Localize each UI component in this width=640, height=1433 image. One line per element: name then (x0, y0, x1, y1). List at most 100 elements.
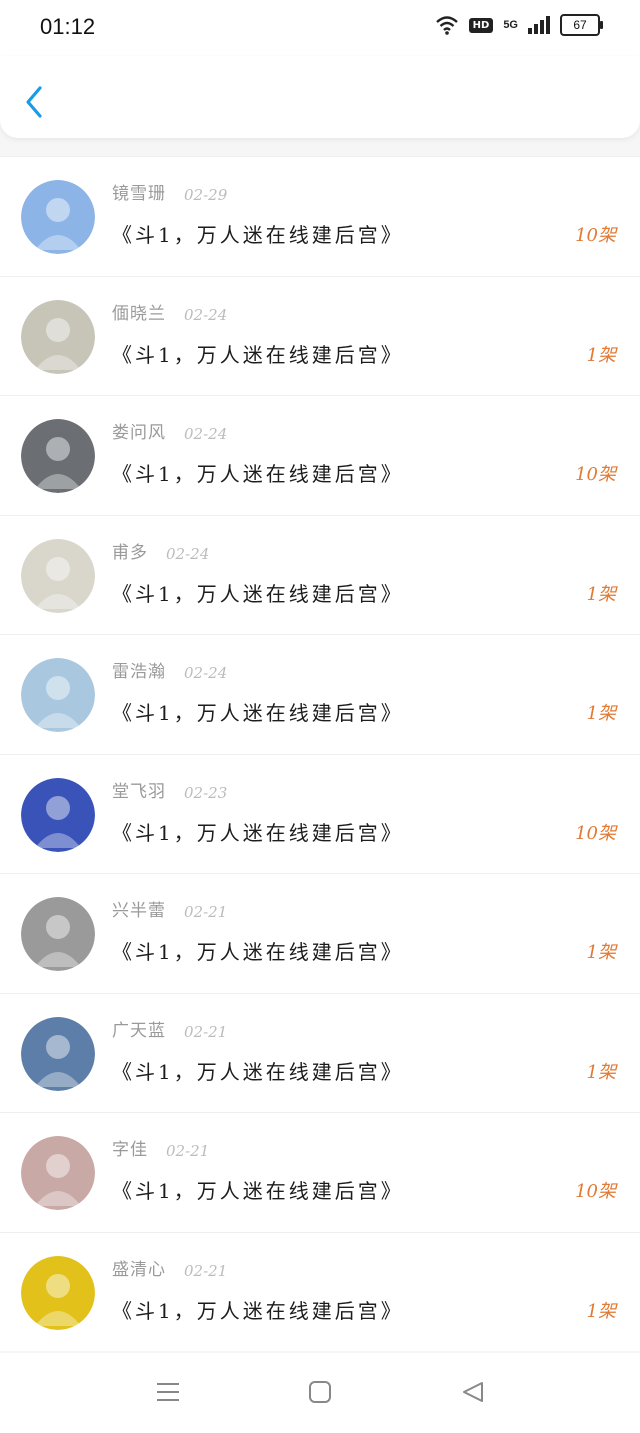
list-item[interactable]: 盛清心 02-21 《斗1，万人迷在线建后宫》 1架 (0, 1231, 640, 1352)
avatar[interactable] (21, 897, 95, 971)
avatar-image (21, 1016, 95, 1091)
nickname: 盛清心 (112, 1259, 166, 1280)
status-time: 01:12 (40, 14, 96, 39)
avatar[interactable] (21, 777, 95, 852)
date-label: 02-24 (184, 664, 228, 682)
avatar-image (21, 299, 95, 374)
book-title: 《斗1，万人迷在线建后宫》 (112, 1179, 404, 1203)
status-icons: HD 5G 67 (435, 14, 603, 36)
top-app-bar (0, 56, 640, 138)
book-title: 《斗1，万人迷在线建后宫》 (112, 1298, 404, 1323)
avatar-head (46, 915, 70, 939)
avatar-head (46, 1034, 70, 1059)
list-item[interactable]: 堂飞羽 02-23 《斗1，万人迷在线建后宫》 10架 (0, 753, 640, 874)
avatar[interactable] (21, 419, 95, 493)
nickname: 偭晓兰 (112, 303, 166, 324)
home-icon (309, 1381, 331, 1403)
book-title: 《斗1，万人迷在线建后宫》 (112, 462, 404, 486)
date-label: 02-21 (166, 1142, 210, 1160)
status-bar: 01:12 HD 5G 67 (0, 0, 640, 56)
battery-level: 67 (573, 18, 587, 32)
book-title: 《斗1，万人迷在线建后宫》 (112, 820, 404, 845)
user-meta: 兴半蕾 02-21 (112, 896, 227, 921)
book-title: 《斗1，万人迷在线建后宫》 (112, 940, 404, 964)
gift-count: 10架 (575, 822, 616, 844)
wifi-icon (435, 16, 458, 35)
user-meta: 字佳 02-21 (112, 1135, 209, 1160)
avatar-image (21, 538, 95, 613)
avatar[interactable] (21, 180, 95, 254)
avatar-head (46, 437, 70, 461)
screen: 01:12 HD 5G 67 镜雪珊 02-29 《斗1，万人迷在线建后宫》 1… (0, 0, 640, 1433)
recent-apps-button[interactable] (155, 1379, 181, 1409)
avatar[interactable] (21, 1136, 95, 1210)
user-meta: 镜雪珊 02-29 (112, 179, 227, 204)
avatar-head (46, 1273, 70, 1298)
nickname: 甫多 (112, 542, 148, 563)
system-back-button[interactable] (460, 1379, 486, 1409)
avatar-image (21, 658, 95, 732)
date-label: 02-21 (184, 1022, 228, 1041)
battery-icon: 67 (560, 14, 603, 36)
user-meta: 广天蓝 02-21 (112, 1016, 227, 1041)
gift-count: 1架 (586, 583, 616, 605)
gift-count: 1架 (586, 703, 616, 724)
list-item[interactable]: 广天蓝 02-21 《斗1，万人迷在线建后宫》 1架 (0, 992, 640, 1113)
user-meta: 甫多 02-24 (112, 538, 209, 563)
gift-count: 1架 (586, 1061, 616, 1083)
avatar[interactable] (21, 1016, 95, 1091)
chevron-left-icon (26, 86, 42, 118)
avatar[interactable] (21, 1255, 95, 1330)
avatar-head (46, 317, 70, 342)
avatar[interactable] (21, 658, 95, 732)
gift-record-list: 镜雪珊 02-29 《斗1，万人迷在线建后宫》 10架 偭晓兰 02-24 《斗1，万人迷在… (0, 156, 640, 1351)
list-item[interactable]: 偭晓兰 02-24 《斗1，万人迷在线建后宫》 1架 (0, 275, 640, 396)
avatar-head (46, 1154, 70, 1178)
gift-count: 1架 (586, 942, 616, 963)
avatar[interactable] (21, 538, 95, 613)
book-title: 《斗1，万人迷在线建后宫》 (112, 342, 404, 367)
book-title: 《斗1，万人迷在线建后宫》 (112, 1059, 404, 1084)
date-label: 02-24 (166, 544, 210, 563)
avatar-image (21, 1255, 95, 1330)
nickname: 镜雪珊 (112, 184, 166, 204)
list-item[interactable]: 镜雪珊 02-29 《斗1，万人迷在线建后宫》 10架 (0, 156, 640, 276)
back-triangle-icon (463, 1382, 483, 1402)
user-meta: 雷浩瀚 02-24 (112, 657, 227, 682)
network-type-label: 5G (503, 19, 518, 31)
user-meta: 偭晓兰 02-24 (112, 299, 227, 324)
list-item[interactable]: 兴半蕾 02-21 《斗1，万人迷在线建后宫》 1架 (0, 873, 640, 993)
avatar-image (21, 777, 95, 852)
nickname: 兴半蕾 (112, 901, 166, 921)
list-item[interactable]: 娄问风 02-24 《斗1，万人迷在线建后宫》 10架 (0, 395, 640, 515)
date-label: 02-21 (184, 1261, 228, 1280)
book-title: 《斗1，万人迷在线建后宫》 (112, 701, 404, 725)
list-item[interactable]: 字佳 02-21 《斗1，万人迷在线建后宫》 10架 (0, 1112, 640, 1232)
menu-icon (157, 1383, 179, 1401)
home-button[interactable] (307, 1379, 333, 1409)
avatar-image (21, 180, 95, 254)
nickname: 广天蓝 (112, 1020, 166, 1041)
system-nav-bar (0, 1353, 640, 1433)
gift-count: 10架 (575, 225, 616, 246)
user-meta: 盛清心 02-21 (112, 1255, 227, 1280)
back-button[interactable] (20, 82, 50, 122)
gift-count: 1架 (586, 1300, 616, 1322)
list-item[interactable]: 雷浩瀚 02-24 《斗1，万人迷在线建后宫》 1架 (0, 634, 640, 754)
date-label: 02-24 (184, 425, 228, 443)
nickname: 字佳 (112, 1140, 148, 1160)
avatar-image (21, 1136, 95, 1210)
hd-badge: HD (468, 17, 494, 33)
book-title: 《斗1，万人迷在线建后宫》 (112, 581, 404, 606)
signal-icon (528, 16, 550, 34)
avatar-head (46, 556, 70, 581)
gift-count: 10架 (575, 1181, 616, 1202)
nickname: 堂飞羽 (112, 781, 166, 802)
gift-count: 10架 (575, 464, 616, 485)
nickname: 雷浩瀚 (112, 662, 166, 682)
avatar-image (21, 419, 95, 493)
book-title: 《斗1，万人迷在线建后宫》 (112, 223, 404, 247)
list-item[interactable]: 甫多 02-24 《斗1，万人迷在线建后宫》 1架 (0, 514, 640, 635)
date-label: 02-29 (184, 186, 228, 204)
avatar[interactable] (21, 299, 95, 374)
